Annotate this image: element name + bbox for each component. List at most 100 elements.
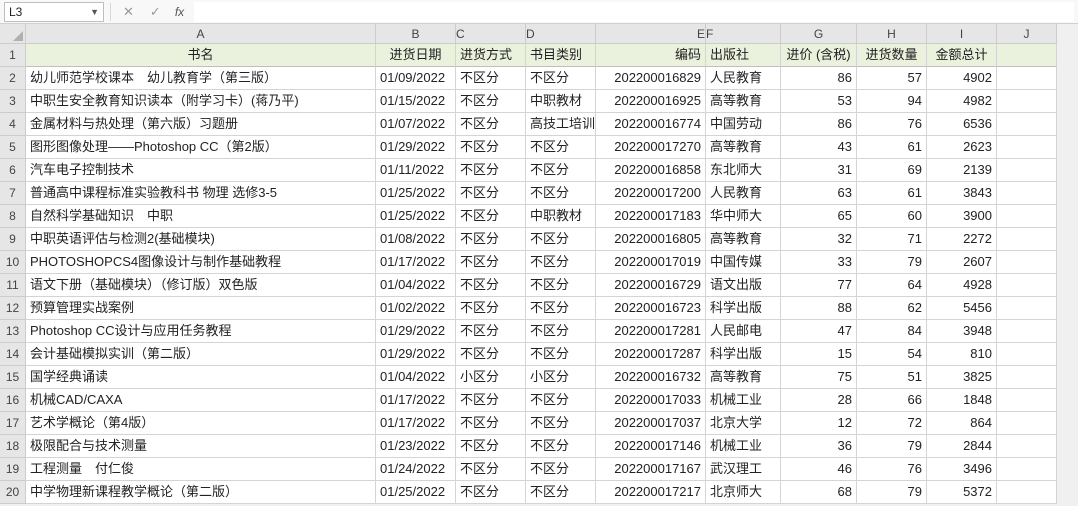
cell-D-12[interactable]: 不区分	[526, 297, 596, 320]
header-cell-G[interactable]: 进价 (含税)	[781, 44, 857, 67]
cell-E-19[interactable]: 202200017167	[596, 458, 706, 481]
cell-I-2[interactable]: 4902	[927, 67, 997, 90]
select-all-corner[interactable]	[0, 24, 26, 44]
cell-H-19[interactable]: 76	[857, 458, 927, 481]
cell-H-17[interactable]: 72	[857, 412, 927, 435]
cell-G-4[interactable]: 86	[781, 113, 857, 136]
cell-E-8[interactable]: 202200017183	[596, 205, 706, 228]
cell-A-14[interactable]: 会计基础模拟实训（第二版）	[26, 343, 376, 366]
cell-E-18[interactable]: 202200017146	[596, 435, 706, 458]
col-header-C[interactable]: C	[456, 24, 526, 44]
cell-I-12[interactable]: 5456	[927, 297, 997, 320]
cell-J-4[interactable]	[997, 113, 1057, 136]
cell-H-3[interactable]: 94	[857, 90, 927, 113]
cell-J-14[interactable]	[997, 343, 1057, 366]
cell-B-9[interactable]: 01/08/2022	[376, 228, 456, 251]
cell-B-6[interactable]: 01/11/2022	[376, 159, 456, 182]
col-header-J[interactable]: J	[997, 24, 1057, 44]
col-header-G[interactable]: G	[781, 24, 857, 44]
header-cell-A[interactable]: 书名	[26, 44, 376, 67]
cell-J-6[interactable]	[997, 159, 1057, 182]
cell-A-13[interactable]: Photoshop CC设计与应用任务教程	[26, 320, 376, 343]
cell-I-11[interactable]: 4928	[927, 274, 997, 297]
cell-B-2[interactable]: 01/09/2022	[376, 67, 456, 90]
enter-formula-button[interactable]: ✓	[144, 2, 167, 22]
cell-F-15[interactable]: 高等教育	[706, 366, 781, 389]
cell-J-15[interactable]	[997, 366, 1057, 389]
row-header-13[interactable]: 13	[0, 320, 26, 343]
cell-D-10[interactable]: 不区分	[526, 251, 596, 274]
row-header-1[interactable]: 1	[0, 44, 26, 67]
cell-B-10[interactable]: 01/17/2022	[376, 251, 456, 274]
cell-C-10[interactable]: 不区分	[456, 251, 526, 274]
cell-H-13[interactable]: 84	[857, 320, 927, 343]
cell-H-14[interactable]: 54	[857, 343, 927, 366]
cell-F-17[interactable]: 北京大学	[706, 412, 781, 435]
cell-G-2[interactable]: 86	[781, 67, 857, 90]
cell-I-4[interactable]: 6536	[927, 113, 997, 136]
cell-J-18[interactable]	[997, 435, 1057, 458]
cell-I-8[interactable]: 3900	[927, 205, 997, 228]
cell-H-8[interactable]: 60	[857, 205, 927, 228]
cell-H-4[interactable]: 76	[857, 113, 927, 136]
cell-I-17[interactable]: 864	[927, 412, 997, 435]
cell-D-19[interactable]: 不区分	[526, 458, 596, 481]
cell-J-2[interactable]	[997, 67, 1057, 90]
cell-G-3[interactable]: 53	[781, 90, 857, 113]
row-header-8[interactable]: 8	[0, 205, 26, 228]
cell-H-2[interactable]: 57	[857, 67, 927, 90]
cell-A-12[interactable]: 预算管理实战案例	[26, 297, 376, 320]
cell-G-8[interactable]: 65	[781, 205, 857, 228]
cell-G-9[interactable]: 32	[781, 228, 857, 251]
row-header-3[interactable]: 3	[0, 90, 26, 113]
cell-J-19[interactable]	[997, 458, 1057, 481]
cell-J-11[interactable]	[997, 274, 1057, 297]
cell-F-4[interactable]: 中国劳动	[706, 113, 781, 136]
cell-G-13[interactable]: 47	[781, 320, 857, 343]
cell-A-2[interactable]: 幼儿师范学校课本 幼儿教育学（第三版）	[26, 67, 376, 90]
cell-G-6[interactable]: 31	[781, 159, 857, 182]
cell-G-10[interactable]: 33	[781, 251, 857, 274]
cell-H-18[interactable]: 79	[857, 435, 927, 458]
cell-D-4[interactable]: 高技工培训	[526, 113, 596, 136]
chevron-down-icon[interactable]: ▼	[90, 7, 99, 17]
cell-A-15[interactable]: 国学经典诵读	[26, 366, 376, 389]
cell-J-12[interactable]	[997, 297, 1057, 320]
cell-F-7[interactable]: 人民教育	[706, 182, 781, 205]
row-header-20[interactable]: 20	[0, 481, 26, 504]
cell-C-16[interactable]: 不区分	[456, 389, 526, 412]
cell-F-10[interactable]: 中国传媒	[706, 251, 781, 274]
cell-I-18[interactable]: 2844	[927, 435, 997, 458]
col-header-H[interactable]: H	[857, 24, 927, 44]
cell-C-8[interactable]: 不区分	[456, 205, 526, 228]
col-header-B[interactable]: B	[376, 24, 456, 44]
cell-B-20[interactable]: 01/25/2022	[376, 481, 456, 504]
cell-I-15[interactable]: 3825	[927, 366, 997, 389]
cell-D-9[interactable]: 不区分	[526, 228, 596, 251]
cell-B-5[interactable]: 01/29/2022	[376, 136, 456, 159]
cell-J-9[interactable]	[997, 228, 1057, 251]
row-header-14[interactable]: 14	[0, 343, 26, 366]
cell-F-2[interactable]: 人民教育	[706, 67, 781, 90]
cell-C-18[interactable]: 不区分	[456, 435, 526, 458]
cell-C-9[interactable]: 不区分	[456, 228, 526, 251]
cell-H-7[interactable]: 61	[857, 182, 927, 205]
cell-C-15[interactable]: 小区分	[456, 366, 526, 389]
cell-D-11[interactable]: 不区分	[526, 274, 596, 297]
cell-I-14[interactable]: 810	[927, 343, 997, 366]
cell-C-2[interactable]: 不区分	[456, 67, 526, 90]
cell-F-19[interactable]: 武汉理工	[706, 458, 781, 481]
cell-J-17[interactable]	[997, 412, 1057, 435]
cell-H-15[interactable]: 51	[857, 366, 927, 389]
cell-D-18[interactable]: 不区分	[526, 435, 596, 458]
cell-J-8[interactable]	[997, 205, 1057, 228]
cell-H-20[interactable]: 79	[857, 481, 927, 504]
cell-H-5[interactable]: 61	[857, 136, 927, 159]
cancel-formula-button[interactable]: ✕	[117, 2, 140, 22]
row-header-15[interactable]: 15	[0, 366, 26, 389]
cell-H-11[interactable]: 64	[857, 274, 927, 297]
cell-C-14[interactable]: 不区分	[456, 343, 526, 366]
cell-E-3[interactable]: 202200016925	[596, 90, 706, 113]
cell-C-20[interactable]: 不区分	[456, 481, 526, 504]
cell-I-5[interactable]: 2623	[927, 136, 997, 159]
